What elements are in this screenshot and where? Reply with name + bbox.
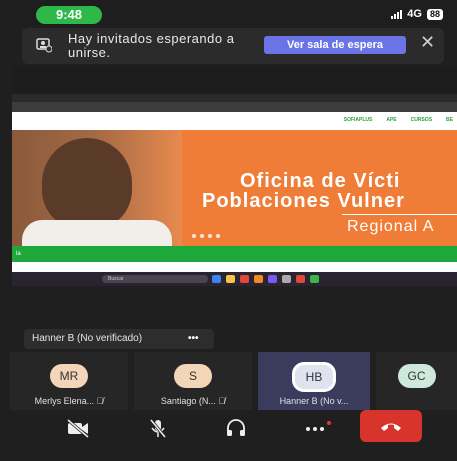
website-content-strip bbox=[12, 262, 457, 272]
hang-up-icon bbox=[381, 423, 401, 431]
view-waiting-room-button[interactable]: Ver sala de espera bbox=[264, 36, 406, 54]
taskbar-app-icon bbox=[254, 275, 263, 283]
green-bar-text: la bbox=[16, 251, 21, 257]
taskbar-app-icon bbox=[296, 275, 305, 283]
mic-off-icon: 🎙̸ bbox=[96, 396, 104, 406]
video-off-icon bbox=[67, 418, 89, 438]
banner-text: Hay invitados esperando a unirse. bbox=[68, 31, 235, 60]
taskbar-app-icon bbox=[212, 275, 221, 283]
taskbar-search: Buscar bbox=[102, 275, 208, 283]
hang-up-button[interactable] bbox=[360, 410, 422, 442]
status-bar: 9:48 4G 88 bbox=[0, 0, 457, 26]
hero-photo bbox=[12, 130, 182, 246]
nav-link: SOFIAPLUS bbox=[343, 117, 373, 123]
hero-person bbox=[42, 138, 132, 230]
website-hero-banner: Oficina de Vícti Poblaciones Vulner Regi… bbox=[12, 130, 457, 246]
nav-link: APE bbox=[386, 117, 397, 123]
participant-name: Hanner B (No v... bbox=[279, 396, 349, 406]
notification-dot bbox=[327, 421, 331, 425]
active-speaker-name: Hanner B (No verificado) bbox=[32, 333, 143, 344]
browser-url-bar bbox=[12, 102, 457, 112]
mic-off-icon: 🎙̸ bbox=[218, 396, 226, 406]
website-nav: SOFIAPLUS APE CURSOS BE bbox=[12, 112, 457, 130]
mic-off-button[interactable] bbox=[136, 413, 180, 443]
taskbar-app-icon bbox=[268, 275, 277, 283]
participant-tile[interactable]: GC bbox=[376, 352, 457, 410]
mic-off-icon bbox=[149, 419, 167, 438]
more-button[interactable] bbox=[294, 413, 338, 443]
headphones-icon bbox=[227, 419, 245, 436]
speaker-more-icon[interactable]: ••• bbox=[188, 329, 199, 349]
time-pill: 9:48 bbox=[36, 6, 102, 24]
website-nav-links: SOFIAPLUS APE CURSOS BE bbox=[344, 117, 453, 123]
more-icon bbox=[306, 427, 324, 431]
waiting-room-icon bbox=[36, 38, 52, 53]
close-icon[interactable]: ✕ bbox=[420, 32, 435, 53]
avatar: GC bbox=[397, 364, 436, 388]
signal-icon bbox=[391, 9, 403, 19]
network-type: 4G bbox=[407, 8, 422, 20]
website-green-bar: la bbox=[12, 246, 457, 262]
avatar: MR bbox=[50, 364, 88, 388]
hero-subtitle: Regional A bbox=[347, 218, 435, 235]
taskbar-icons bbox=[212, 275, 319, 283]
folder-icon bbox=[226, 275, 235, 283]
participant-name: Merlys Elena... 🎙̸ bbox=[34, 396, 104, 406]
carousel-dots bbox=[192, 234, 220, 238]
hero-title-line2: Poblaciones Vulner bbox=[202, 190, 405, 212]
browser-tabs bbox=[12, 94, 457, 102]
taskbar-app-icon bbox=[282, 275, 291, 283]
nav-link: BE bbox=[446, 117, 453, 123]
waiting-room-banner: Hay invitados esperando a unirse. Ver sa… bbox=[22, 28, 444, 64]
participant-tile[interactable]: MR Merlys Elena... 🎙̸ bbox=[10, 352, 128, 410]
video-off-button[interactable] bbox=[56, 413, 100, 443]
windows-taskbar: Buscar bbox=[12, 272, 457, 286]
chrome-icon bbox=[310, 275, 319, 283]
taskbar-app-icon bbox=[240, 275, 249, 283]
participant-tile-active[interactable]: HB Hanner B (No v... bbox=[258, 352, 370, 410]
avatar: S bbox=[174, 364, 212, 388]
nav-link: CURSOS bbox=[410, 117, 433, 123]
audio-button[interactable] bbox=[214, 413, 258, 443]
active-speaker-label: Hanner B (No verificado) ••• bbox=[24, 329, 214, 349]
hero-divider bbox=[342, 214, 457, 215]
participant-name: Santiago (N... 🎙̸ bbox=[160, 396, 226, 406]
hero-shirt bbox=[22, 220, 172, 246]
status-indicators: 4G 88 bbox=[391, 8, 443, 20]
participant-tile[interactable]: S Santiago (N... 🎙̸ bbox=[134, 352, 252, 410]
battery-icon: 88 bbox=[426, 8, 443, 20]
avatar: HB bbox=[292, 362, 336, 392]
